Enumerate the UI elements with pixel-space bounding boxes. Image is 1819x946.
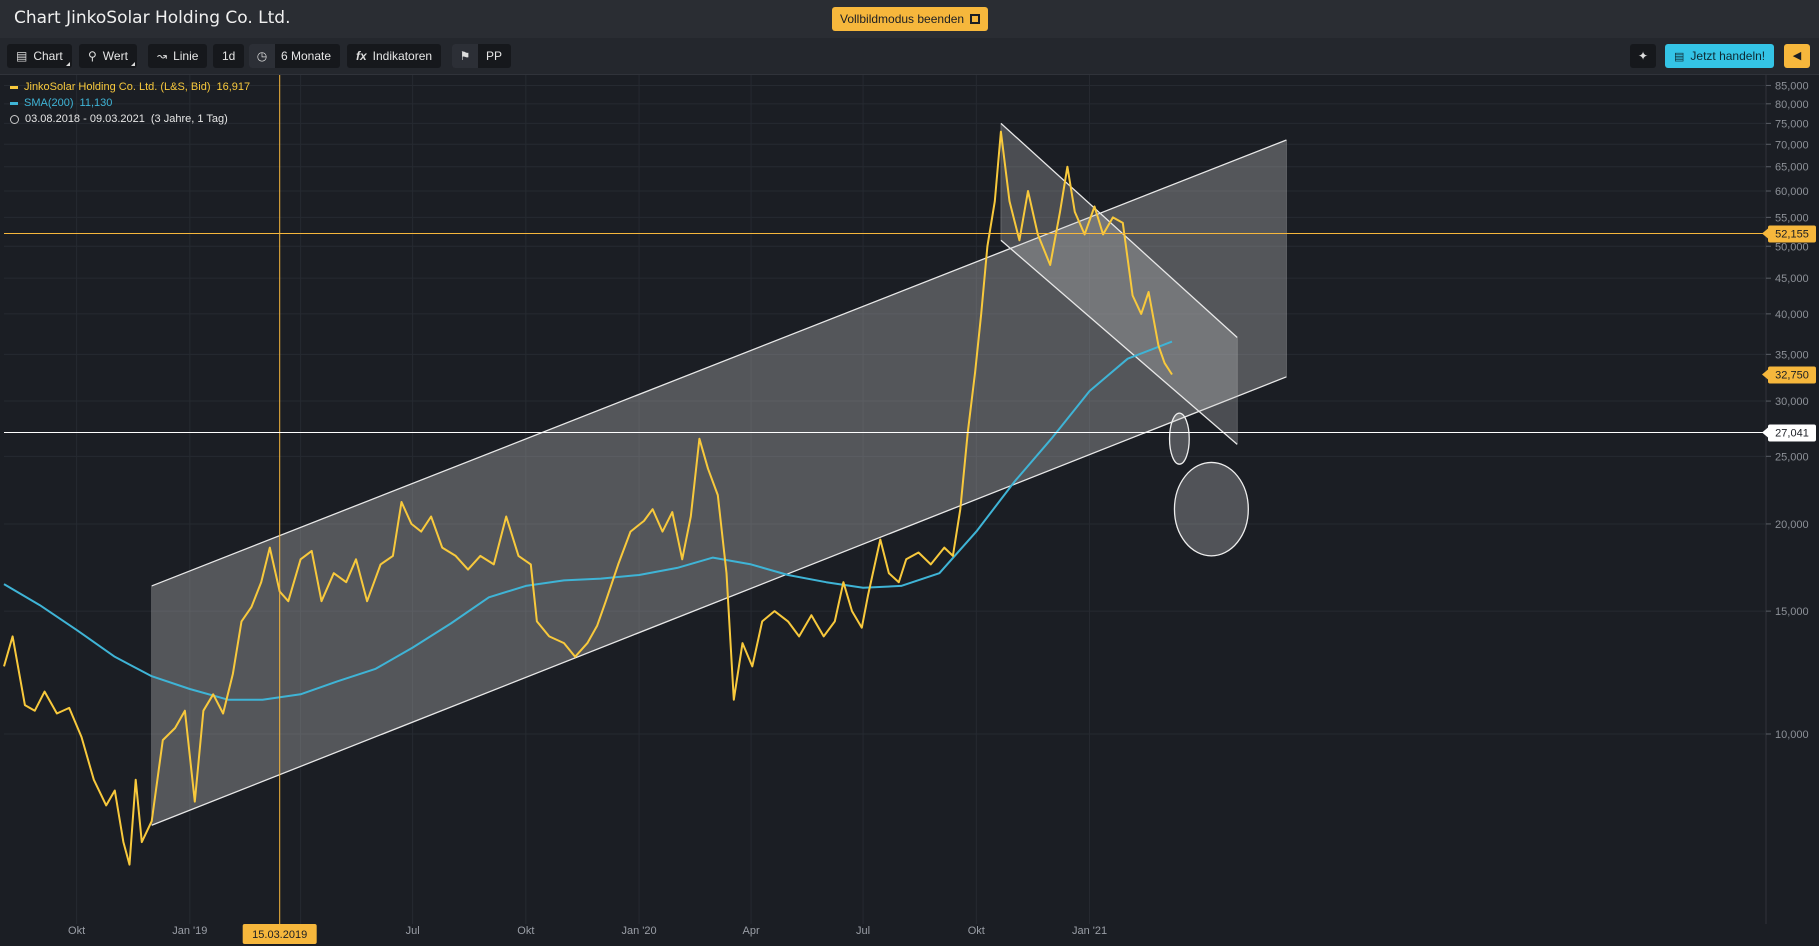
x-tick-label: Okt — [968, 925, 985, 937]
legend-date-range: 03.08.2018 - 09.03.2021 — [25, 113, 145, 125]
legend-range-row: 03.08.2018 - 09.03.2021 (3 Jahre, 1 Tag) — [10, 111, 250, 127]
y-tick-label: 35,000 — [1775, 349, 1809, 361]
x-tick-label: Okt — [68, 925, 85, 937]
ellipse-marker — [1168, 412, 1190, 465]
chart-legend: JinkoSolar Holding Co. Ltd. (L&S, Bid) 1… — [10, 79, 250, 127]
y-axis: 10,000 15,000 20,000 25,000 30,000 35,000 40,0… — [1762, 75, 1819, 924]
price-chart[interactable]: 10,000 15,000 20,000 25,000 30,000 35,000 40,0… — [0, 0, 1819, 946]
x-tick-label: Jan '19 — [172, 925, 207, 937]
y-tick-label: 70,000 — [1775, 139, 1809, 151]
x-tick-label: Jul — [406, 925, 420, 937]
y-tick-label: 80,000 — [1775, 99, 1809, 111]
y-tick-label: 50,000 — [1775, 241, 1809, 253]
y-tick-label: 20,000 — [1775, 519, 1809, 531]
x-tick-label: Jan '21 — [1072, 925, 1107, 937]
legend-sma-name: SMA(200) — [24, 97, 74, 109]
x-tick-label: Okt — [517, 925, 534, 937]
y-tick-label: 40,000 — [1775, 309, 1809, 321]
chart-drawings — [151, 122, 1287, 826]
clock-icon — [10, 114, 19, 124]
crosshair-price-label: 52,155 — [1775, 228, 1809, 240]
last-price-label-pointer — [1762, 369, 1768, 380]
x-tick-label: Jul — [856, 925, 870, 937]
y-tick-label: 85,000 — [1775, 80, 1809, 92]
y-tick-label: 30,000 — [1775, 396, 1809, 408]
y-tick-label: 75,000 — [1775, 118, 1809, 130]
crosshair-date-label: 15.03.2019 — [252, 929, 307, 941]
x-tick-label: Apr — [743, 925, 760, 937]
legend-sma-row: SMA(200) 11,130 — [10, 95, 250, 111]
x-axis: OktJan '19JulOktJan '20AprJulOktJan '21A… — [68, 924, 1107, 944]
x-tick-label: Jan '20 — [622, 925, 657, 937]
legend-price-name: JinkoSolar Holding Co. Ltd. (L&S, Bid) — [24, 81, 211, 93]
y-tick-label: 15,000 — [1775, 606, 1809, 618]
legend-sma-value: 11,130 — [79, 97, 113, 109]
y-tick-label: 60,000 — [1775, 186, 1809, 198]
y-axis-background — [1766, 75, 1819, 924]
crosshair-price-label-pointer — [1762, 228, 1768, 239]
legend-price-swatch — [10, 85, 18, 89]
legend-date-range-info: (3 Jahre, 1 Tag) — [150, 113, 228, 125]
ellipse-marker — [1173, 461, 1249, 557]
last-price-label: 32,750 — [1775, 369, 1809, 381]
line-price-label: 27,041 — [1775, 428, 1809, 440]
y-tick-label: 55,000 — [1775, 212, 1809, 224]
y-tick-label: 10,000 — [1775, 729, 1809, 741]
line-price-label-pointer — [1762, 427, 1768, 438]
y-tick-label: 25,000 — [1775, 451, 1809, 463]
legend-price-row: JinkoSolar Holding Co. Ltd. (L&S, Bid) 1… — [10, 79, 250, 95]
legend-price-value: 16,917 — [216, 81, 251, 93]
legend-sma-swatch — [10, 101, 18, 105]
y-tick-label: 45,000 — [1775, 273, 1809, 285]
y-tick-label: 65,000 — [1775, 162, 1809, 174]
